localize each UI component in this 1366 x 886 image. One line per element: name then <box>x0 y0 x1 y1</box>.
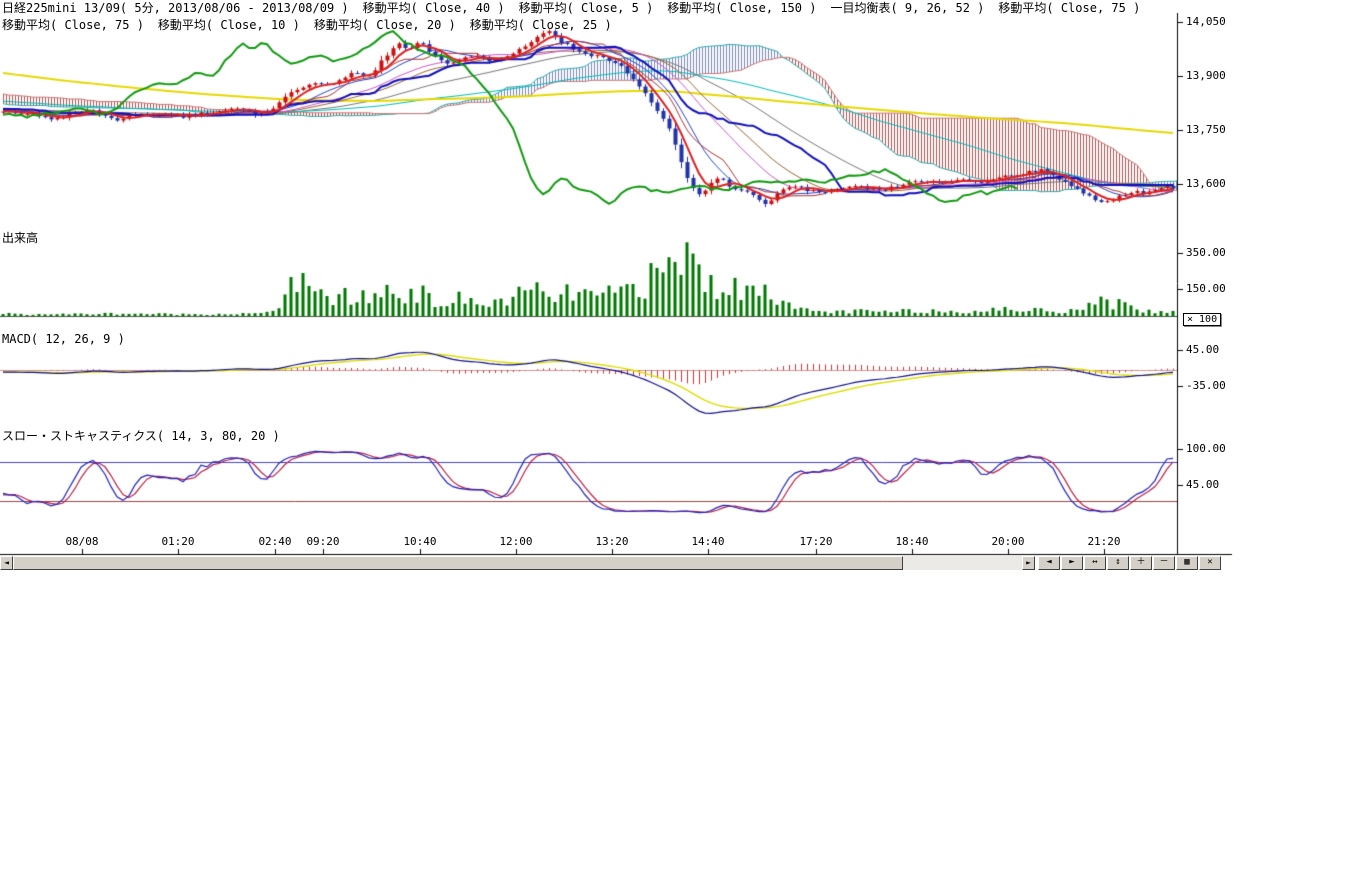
toolbar-close-button[interactable]: ✕ <box>1199 556 1221 570</box>
chart-legend-row-2: 移動平均( Close, 75 ) 移動平均( Close, 10 ) 移動平均( … <box>2 18 612 32</box>
volume-multiplier-badge: × 100 <box>1183 313 1221 326</box>
axis-tick-label: 45.00 <box>1186 479 1246 491</box>
legend-item: 移動平均( Close, 5 ) <box>519 1 654 15</box>
toolbar-zoom-in-button[interactable]: ＋ <box>1130 556 1152 570</box>
zoom-out-icon: － <box>1159 557 1168 567</box>
macd-panel-label: MACD( 12, 26, 9 ) <box>2 333 125 346</box>
scrollbar-left-arrow-button[interactable]: ◄ <box>0 556 13 570</box>
time-tick-label: 10:40 <box>392 536 448 548</box>
pan-icon: ↔ <box>1092 557 1097 567</box>
time-tick-label: 08/08 <box>54 536 110 548</box>
time-tick-label: 09:20 <box>295 536 351 548</box>
legend-item: 移動平均( Close, 75 ) <box>998 1 1140 15</box>
axis-tick-label: 45.00 <box>1186 344 1246 356</box>
legend-item: 日経225mini 13/09( 5分, 2013/08/06 - 2013/0… <box>2 1 349 15</box>
axis-tick-label: 14,050 <box>1186 16 1246 28</box>
trading-chart-window: 日経225mini 13/09( 5分, 2013/08/06 - 2013/0… <box>0 0 1366 886</box>
time-tick-label: 17:20 <box>788 536 844 548</box>
chart-canvas[interactable] <box>0 0 1240 578</box>
close-icon: ✕ <box>1207 557 1212 567</box>
fit-vertical-icon: ↕ <box>1115 557 1120 567</box>
right-arrow-icon: ► <box>1026 558 1031 567</box>
legend-item: 移動平均( Close, 75 ) <box>2 18 144 32</box>
time-tick-label: 21:20 <box>1076 536 1132 548</box>
legend-item: 一目均衡表( 9, 26, 52 ) <box>830 1 984 15</box>
grid-icon: ▦ <box>1184 557 1189 567</box>
axis-tick-label: -35.00 <box>1186 380 1246 392</box>
chart-toolbar: ◄ ► ↔ ↕ ＋ － ▦ ✕ <box>1038 556 1221 570</box>
toolbar-scroll-right-button[interactable]: ► <box>1061 556 1083 570</box>
time-tick-label: 20:00 <box>980 536 1036 548</box>
axis-tick-label: 13,600 <box>1186 178 1246 190</box>
toolbar-scroll-left-button[interactable]: ◄ <box>1038 556 1060 570</box>
toolbar-zoom-out-button[interactable]: － <box>1153 556 1175 570</box>
axis-tick-label: 13,900 <box>1186 70 1246 82</box>
axis-tick-label: 350.00 <box>1186 247 1246 259</box>
legend-item: 移動平均( Close, 150 ) <box>667 1 816 15</box>
legend-item: 移動平均( Close, 25 ) <box>470 18 612 32</box>
axis-tick-label: 100.00 <box>1186 443 1246 455</box>
zoom-in-icon: ＋ <box>1136 557 1145 567</box>
scroll-right-icon: ► <box>1069 557 1074 567</box>
time-tick-label: 14:40 <box>680 536 736 548</box>
volume-panel-label: 出来高 <box>2 232 38 245</box>
time-tick-label: 18:40 <box>884 536 940 548</box>
chart-legend-row-1: 日経225mini 13/09( 5分, 2013/08/06 - 2013/0… <box>2 1 1140 15</box>
legend-item: 移動平均( Close, 20 ) <box>314 18 456 32</box>
time-tick-label: 13:20 <box>584 536 640 548</box>
axis-tick-label: 150.00 <box>1186 283 1246 295</box>
scrollbar-thumb[interactable] <box>13 556 903 570</box>
axis-tick-label: 13,750 <box>1186 124 1246 136</box>
stoch-panel-label: スロー・ストキャスティクス( 14, 3, 80, 20 ) <box>2 430 280 443</box>
time-tick-label: 01:20 <box>150 536 206 548</box>
scrollbar-right-arrow-button[interactable]: ► <box>1022 556 1035 570</box>
scroll-left-icon: ◄ <box>1046 557 1051 567</box>
left-arrow-icon: ◄ <box>4 558 9 567</box>
toolbar-fit-vertical-button[interactable]: ↕ <box>1107 556 1129 570</box>
toolbar-pan-button[interactable]: ↔ <box>1084 556 1106 570</box>
scrollbar-track[interactable] <box>13 556 1022 570</box>
toolbar-grid-button[interactable]: ▦ <box>1176 556 1198 570</box>
legend-item: 移動平均( Close, 10 ) <box>158 18 300 32</box>
time-tick-label: 12:00 <box>488 536 544 548</box>
legend-item: 移動平均( Close, 40 ) <box>363 1 505 15</box>
